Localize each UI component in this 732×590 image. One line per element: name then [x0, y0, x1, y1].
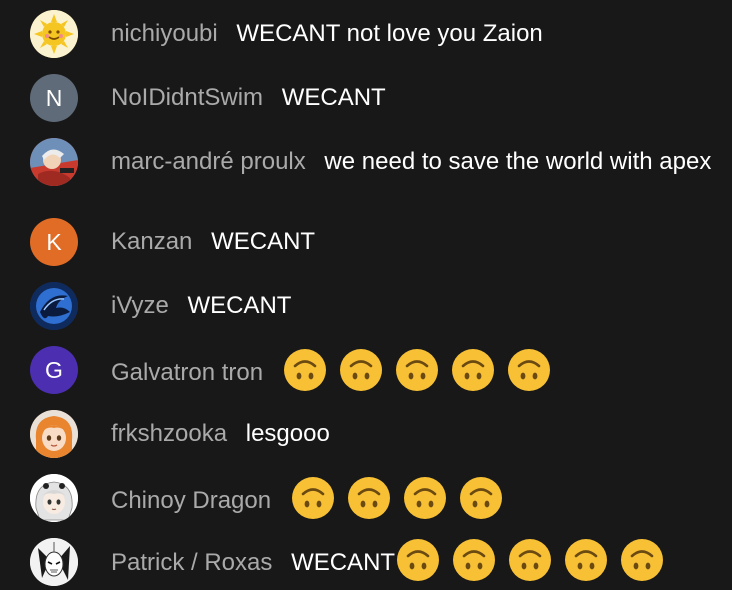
avatar[interactable]: G: [30, 346, 78, 394]
avatar-letter: N: [45, 84, 63, 111]
message-text: WECANT: [291, 548, 396, 576]
upside-down-face-emoji: [394, 347, 440, 393]
upside-down-face-emoji: [395, 537, 441, 583]
chat-message: iVyze WECANT: [30, 282, 712, 330]
orange-hair-girl-avatar-icon: [30, 410, 78, 458]
chat-message: K Kanzan WECANT: [30, 218, 712, 266]
author-name[interactable]: Kanzan: [111, 228, 192, 255]
emoji-row: [395, 539, 675, 581]
avatar[interactable]: [30, 138, 78, 186]
chat-message: marc-andré proulx we need to save the wo…: [30, 138, 712, 186]
message-content: marc-andré proulx we need to save the wo…: [111, 138, 712, 178]
masked-character-avatar-icon: [30, 538, 78, 586]
message-content: nichiyoubi WECANT not love you Zaion: [111, 10, 712, 50]
anime-character-avatar-icon: [30, 138, 78, 186]
upside-down-face-emoji: [563, 537, 609, 583]
upside-down-face-emoji: [338, 347, 384, 393]
message-content: frkshzooka lesgooo: [111, 410, 712, 450]
chat-message: N NoIDidntSwim WECANT: [30, 74, 712, 122]
avatar[interactable]: N: [30, 74, 78, 122]
avatar[interactable]: [30, 282, 78, 330]
author-name[interactable]: marc-andré proulx: [111, 148, 306, 175]
upside-down-face-emoji: [402, 475, 448, 521]
chat-message: G Galvatron tron: [30, 346, 712, 394]
upside-down-face-emoji: [619, 537, 665, 583]
upside-down-face-emoji: [506, 347, 552, 393]
avatar[interactable]: [30, 10, 78, 58]
upside-down-face-emoji: [450, 347, 496, 393]
chat-message: nichiyoubi WECANT not love you Zaion: [30, 10, 712, 58]
live-chat-messages: nichiyoubi WECANT not love you Zaion N N…: [0, 0, 732, 590]
avatar-letter: G: [45, 356, 63, 383]
avatar-letter: K: [46, 228, 62, 255]
message-content: Patrick / Roxas WECANT: [111, 538, 712, 583]
message-content: iVyze WECANT: [111, 282, 712, 322]
avatar[interactable]: [30, 474, 78, 522]
message-text: WECANT not love you Zaion: [236, 20, 543, 47]
white-hair-girl-avatar-icon: [30, 474, 78, 522]
upside-down-face-emoji: [458, 475, 504, 521]
author-name[interactable]: iVyze: [111, 292, 169, 319]
chat-message: Patrick / Roxas WECANT: [30, 538, 712, 586]
chat-message: frkshzooka lesgooo: [30, 410, 712, 458]
message-text: lesgooo: [245, 420, 330, 447]
avatar[interactable]: [30, 410, 78, 458]
message-content: Kanzan WECANT: [111, 218, 712, 258]
message-text: WECANT: [187, 292, 292, 319]
message-text: we need to save the world with apex: [324, 148, 712, 175]
author-name[interactable]: nichiyoubi: [111, 20, 218, 47]
emoji-row: [290, 477, 514, 519]
author-name[interactable]: Chinoy Dragon: [111, 487, 271, 514]
avatar[interactable]: [30, 538, 78, 586]
emoji-row: [282, 349, 562, 391]
sun-face-avatar-icon: [30, 10, 78, 58]
message-content: Chinoy Dragon: [111, 474, 712, 521]
message-content: NoIDidntSwim WECANT: [111, 74, 712, 114]
author-name[interactable]: Galvatron tron: [111, 359, 263, 386]
message-text: WECANT: [211, 228, 316, 255]
blue-emblem-avatar-icon: [30, 282, 78, 330]
upside-down-face-emoji: [282, 347, 328, 393]
avatar[interactable]: K: [30, 218, 78, 266]
chat-message: Chinoy Dragon: [30, 474, 712, 522]
message-text: WECANT: [281, 84, 386, 111]
author-name[interactable]: Patrick / Roxas: [111, 549, 272, 576]
upside-down-face-emoji: [290, 475, 336, 521]
author-name[interactable]: NoIDidntSwim: [111, 84, 263, 111]
message-content: Galvatron tron: [111, 346, 712, 393]
upside-down-face-emoji: [451, 537, 497, 583]
author-name[interactable]: frkshzooka: [111, 420, 227, 447]
upside-down-face-emoji: [346, 475, 392, 521]
upside-down-face-emoji: [507, 537, 553, 583]
